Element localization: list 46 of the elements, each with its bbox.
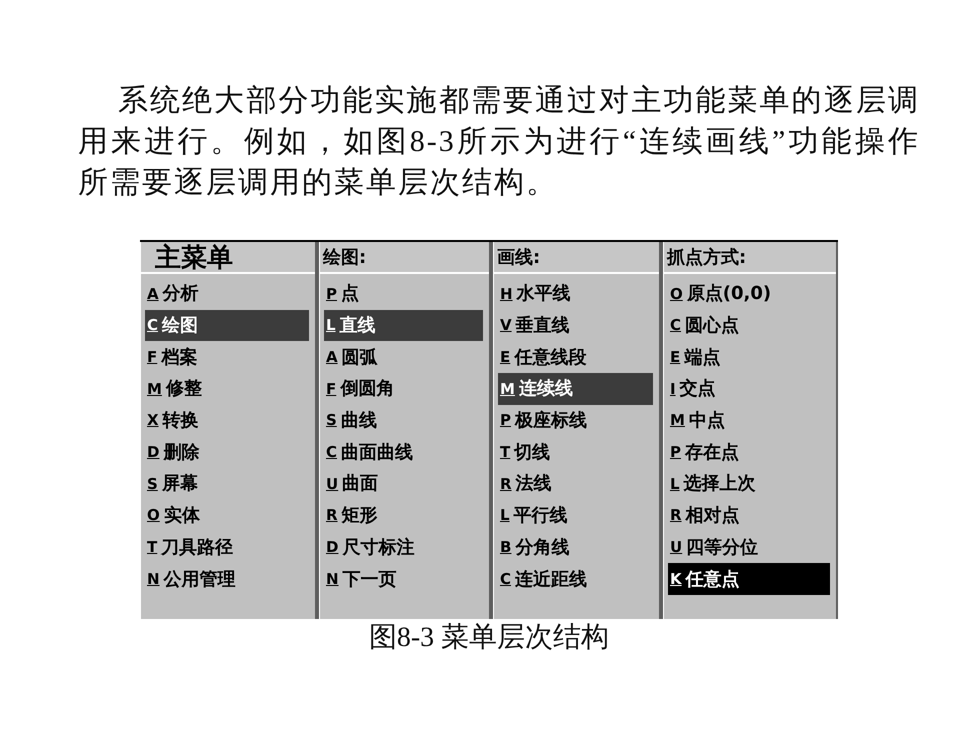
menu-item[interactable]: B 分角线 (498, 532, 653, 564)
menu-item[interactable]: S 屏幕 (145, 468, 309, 500)
menu-item[interactable]: P 存在点 (668, 436, 830, 468)
menu-item[interactable]: O 实体 (145, 500, 309, 532)
menu-item[interactable]: T 刀具路径 (145, 532, 309, 564)
menu-item[interactable]: X 转换 (145, 404, 309, 436)
menu-item[interactable]: O 原点(0,0) (668, 278, 830, 310)
menu-item[interactable]: S 曲线 (324, 404, 483, 436)
figure-caption: 图8-3 菜单层次结构 (368, 620, 610, 655)
menu-item[interactable]: A 分析 (145, 278, 309, 310)
menu-item[interactable]: V 垂直线 (498, 310, 653, 342)
menu-item[interactable]: U 四等分位 (668, 532, 830, 564)
menu-item[interactable]: H 水平线 (498, 278, 653, 310)
menu-item[interactable]: A 圆弧 (324, 341, 483, 374)
menu-item[interactable]: F 档案 (145, 341, 309, 374)
menu-item[interactable]: C 绘图 (145, 310, 309, 342)
menu-item[interactable]: L 平行线 (498, 500, 653, 532)
menu-item[interactable]: D 尺寸标注 (324, 532, 483, 564)
menu-item[interactable]: M 中点 (668, 404, 830, 436)
menu-item[interactable]: L 直线 (324, 310, 483, 342)
menu-item[interactable]: I 交点 (668, 373, 830, 405)
body-paragraph: 系统绝大部分功能实施都需要通过对主功能菜单的逐层调用来进行。例如，如图8-3所示为进行“连续画线”功能操作所需要逐层调用的菜单层次结构。 (78, 83, 920, 201)
menu-item[interactable]: N 下一页 (324, 563, 483, 595)
menu-item[interactable]: C 曲面曲线 (324, 436, 483, 468)
menu-item[interactable]: L 选择上次 (668, 468, 830, 500)
menu-header: 抓点方式: (664, 242, 836, 274)
menu-item[interactable]: R 法线 (498, 468, 653, 500)
menu-item[interactable]: P 极座标线 (498, 404, 653, 436)
menu-item[interactable]: E 任意线段 (498, 341, 653, 374)
menu-item[interactable]: R 相对点 (668, 500, 830, 532)
menu-item[interactable]: U 曲面 (324, 468, 483, 500)
menu-item[interactable]: M 连续线 (498, 373, 653, 405)
menu-header: 画线: (494, 242, 659, 274)
menu-item[interactable]: C 圆心点 (668, 310, 830, 342)
menu-item[interactable]: R 矩形 (324, 500, 483, 532)
menu-item[interactable]: M 修整 (145, 373, 309, 405)
menu-item[interactable]: K 任意点 (668, 563, 830, 595)
menu-item[interactable]: F 倒圆角 (324, 373, 483, 405)
menu-item[interactable]: N 公用管理 (145, 563, 309, 595)
menu-item[interactable]: P 点 (324, 278, 483, 310)
menu-item[interactable]: T 切线 (498, 436, 653, 468)
menu-header: 主菜单 (141, 242, 315, 274)
menu-item[interactable]: E 端点 (668, 341, 830, 374)
menu-item[interactable]: C 连近距线 (498, 563, 653, 595)
menu-item[interactable]: D 删除 (145, 436, 309, 468)
menu-header: 绘图: (320, 242, 489, 274)
